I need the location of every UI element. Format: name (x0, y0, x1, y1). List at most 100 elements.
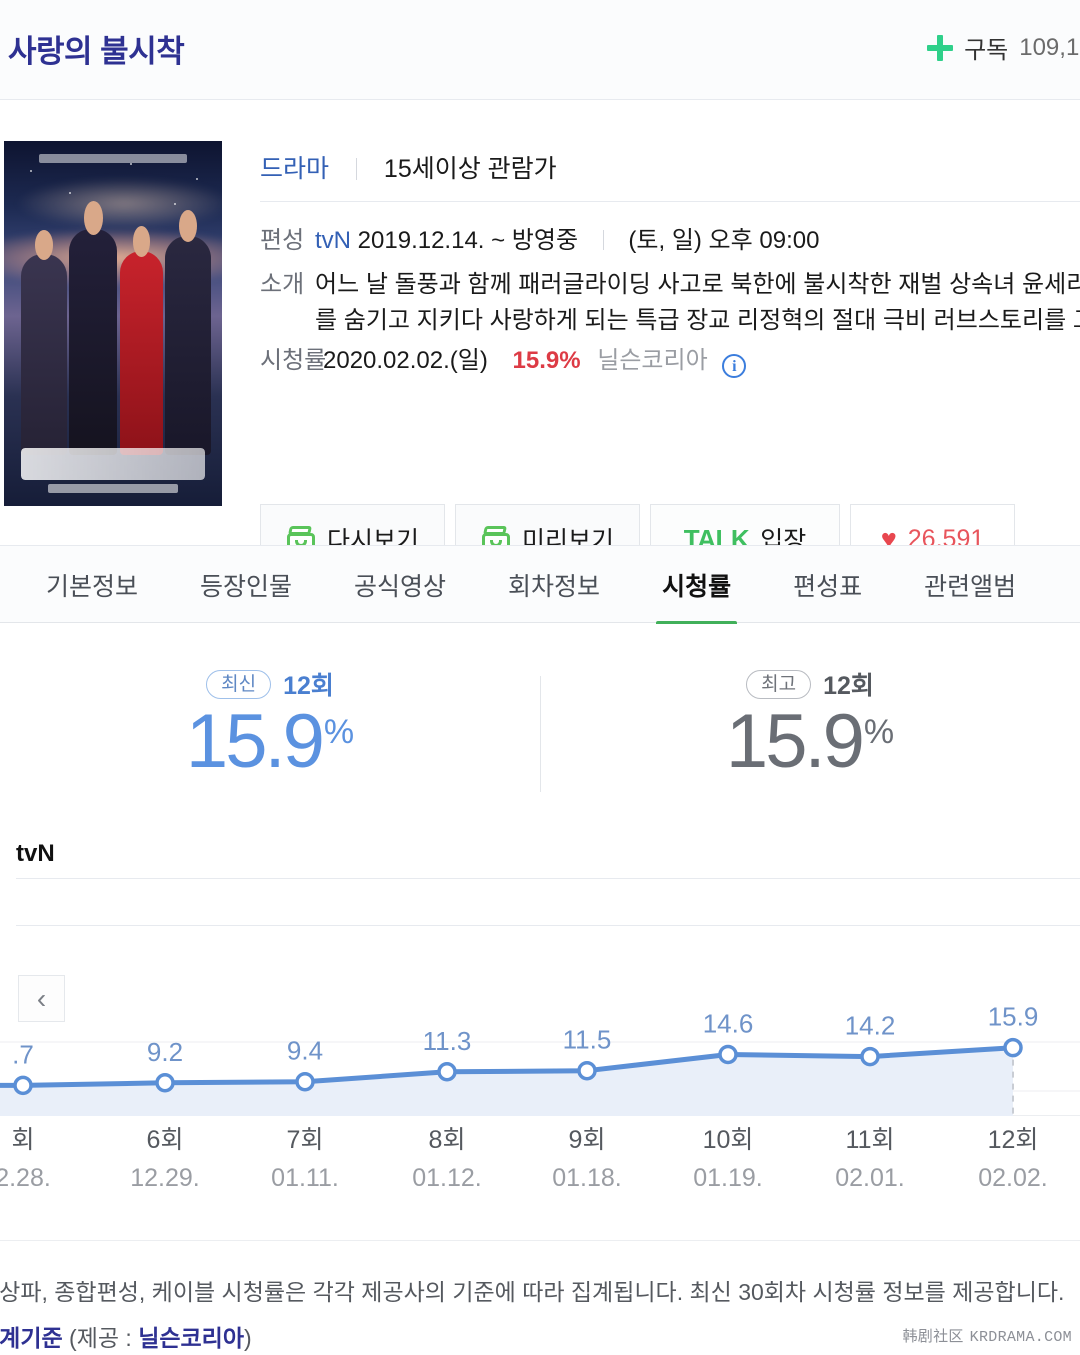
watermark-cn: 韩剧社区 (902, 1327, 964, 1345)
axis-episode-label: 7회 (286, 1126, 324, 1154)
footer-provider-prefix: (제공 : (62, 1325, 139, 1351)
viewership-row: 시청률2020.02.02.(일) 15.9% 닐슨코리아 i (260, 343, 747, 379)
footer-provider: 닐슨코리아 (138, 1325, 244, 1351)
genre-link[interactable]: 드라마 (260, 155, 329, 183)
tab-label: 시청률 (662, 573, 732, 601)
stat-best-unit: % (863, 713, 895, 751)
viewership-date: 2020.02.02.(일) (323, 347, 488, 374)
axis-tick: 11회 02.01. (810, 1120, 930, 1193)
tab-label: 공식영상 (354, 573, 447, 601)
stat-best-value-wrap: 15.9% (540, 704, 1080, 780)
broadcast-channel[interactable]: tvN (315, 227, 351, 254)
description-row: 소개 어느 날 돌풍과 함께 패러글라이딩 사고로 북한에 불시착한 재벌 상속… (260, 267, 1080, 339)
tab-label: 기본정보 (46, 573, 139, 601)
tab-viewership[interactable]: 시청률 (640, 546, 753, 626)
subscribe-button[interactable]: 구독 109,165 (927, 30, 1080, 65)
subscribe-label: 구독 (964, 37, 1009, 64)
axis-tick: 10회 01.19. (668, 1120, 788, 1193)
subscribe-count: 109,165 (1019, 33, 1080, 61)
tab-label: 등장인물 (200, 573, 293, 601)
poster-character-2 (69, 201, 118, 455)
tab-label: 회차정보 (508, 573, 601, 601)
axis-tick: 9회 01.18. (527, 1120, 647, 1193)
axis-date-label: 01.11. (271, 1164, 339, 1192)
footer-provider-suffix: ) (244, 1325, 252, 1351)
tab-episode-info[interactable]: 회차정보 (486, 546, 622, 624)
chart-svg: .7 9.2 9.4 11.3 11.5 14.6 14.2 15.9 (0, 1002, 1080, 1116)
plus-icon (927, 34, 954, 61)
axis-episode-label: 8회 (428, 1126, 466, 1154)
stat-best: 최고 12회 15.9% (540, 624, 1080, 824)
viewership-percent: 15.9% (512, 347, 581, 374)
axis-date-label: 01.19. (693, 1164, 763, 1192)
tab-related-albums[interactable]: 관련앨범 (902, 546, 1038, 624)
tab-characters[interactable]: 등장인물 (178, 546, 314, 624)
axis-date-label: 01.12. (412, 1164, 482, 1192)
stat-best-episode: 12회 (823, 672, 874, 700)
axis-episode-label: 10회 (702, 1126, 754, 1154)
axis-tick: 7회 01.11. (245, 1120, 365, 1193)
svg-text:11.5: 11.5 (563, 1025, 612, 1055)
axis-episode-label: 12회 (987, 1126, 1039, 1154)
page-root: 사랑의 불시착 구독 109,165 (0, 0, 1080, 1355)
description-label: 소개 (260, 271, 305, 298)
footer-standard-link[interactable]: 집계기준 (제공 : 닐슨코리아) (0, 1319, 252, 1353)
axis-episode-label: 6회 (146, 1126, 184, 1154)
tab-bar: 기본정보 등장인물 공식영상 회차정보 시청률 편성표 관련앨범 (0, 545, 1080, 626)
stat-best-value: 15.9 (725, 699, 865, 784)
chart-divider-bottom (16, 925, 1080, 926)
axis-date-label: 02.01. (835, 1164, 905, 1192)
chart-x-axis: 회 2.28. 6회 12.29. 7회 01.11. 8회 01.12. 9회 01.18. 10… (0, 1120, 1080, 1212)
poster-image[interactable] (4, 141, 222, 506)
svg-text:9.2: 9.2 (147, 1037, 183, 1067)
info-section: 드라마 15세이상 관람가 편성 tvN 2019.12.14. ~ 방영중 (토… (0, 101, 1080, 574)
tab-basic-info[interactable]: 기본정보 (24, 546, 160, 624)
poster-top-text (38, 153, 188, 164)
axis-tick: 8회 01.12. (387, 1120, 507, 1193)
axis-tick: 12회 02.02. (953, 1120, 1073, 1193)
svg-text:14.2: 14.2 (845, 1011, 896, 1041)
poster-character-4 (165, 209, 212, 455)
viewership-label: 시청률 (260, 347, 327, 374)
svg-text:15.9: 15.9 (988, 1002, 1039, 1032)
poster-character-1 (21, 230, 68, 455)
chart-divider-top (16, 878, 1080, 879)
axis-date-label: 2.28. (0, 1164, 51, 1192)
axis-episode-label: 11회 (845, 1126, 895, 1154)
description-line-1: 어느 날 돌풍과 함께 패러글라이딩 사고로 북한에 불시착한 재벌 상속녀 윤… (315, 271, 1080, 298)
footer-standard-label: 집계기준 (0, 1325, 63, 1351)
stat-latest: 최신 12회 15.9% (0, 624, 540, 824)
broadcast-date-range: 2019.12.14. ~ 방영중 (357, 227, 579, 254)
page-header: 사랑의 불시착 구독 109,165 (0, 0, 1080, 100)
stat-latest-episode: 12회 (283, 672, 334, 700)
description-body: 어느 날 돌풍과 함께 패러글라이딩 사고로 북한에 불시착한 재벌 상속녀 윤… (315, 267, 1080, 339)
footer-note: 지상파, 종합편성, 케이블 시청률은 각각 제공사의 기준에 따라 집계됩니다… (0, 1279, 1065, 1305)
axis-episode-label: 9회 (568, 1126, 606, 1154)
tab-schedule[interactable]: 편성표 (771, 546, 884, 624)
info-icon[interactable]: i (722, 354, 747, 378)
watermark: 韩剧社区 KRDRAMA.COM (902, 1325, 1072, 1346)
viewership-source: 닐슨코리아 (597, 347, 708, 374)
age-rating: 15세이상 관람가 (383, 155, 557, 183)
tab-official-video[interactable]: 공식영상 (332, 546, 468, 624)
watermark-en: KRDRAMA.COM (969, 1329, 1072, 1346)
stat-latest-value: 15.9 (185, 699, 325, 784)
poster-character-3 (119, 226, 164, 455)
stat-latest-unit: % (323, 713, 355, 751)
genre-separator (355, 158, 357, 180)
stat-best-chip: 최고 (746, 669, 812, 699)
svg-text:11.3: 11.3 (423, 1026, 472, 1056)
stats-section: 최신 12회 15.9% 최고 12회 15.9% (0, 624, 1080, 824)
page-title: 사랑의 불시착 (8, 34, 185, 69)
svg-text:14.6: 14.6 (703, 1009, 754, 1039)
chart-plot[interactable]: .7 9.2 9.4 11.3 11.5 14.6 14.2 15.9 (0, 976, 1080, 1116)
axis-date-label: 02.02. (978, 1164, 1048, 1192)
broadcast-schedule: (토, 일) 오후 09:00 (628, 227, 820, 254)
axis-tick: 회 2.28. (0, 1120, 83, 1193)
axis-episode-label: 회 (11, 1126, 35, 1154)
poster-credits (47, 484, 179, 494)
stat-latest-chip: 최신 (206, 669, 272, 699)
broadcast-label: 편성 (260, 227, 305, 254)
svg-text:.7: .7 (12, 1039, 34, 1069)
broadcast-separator (602, 230, 604, 250)
